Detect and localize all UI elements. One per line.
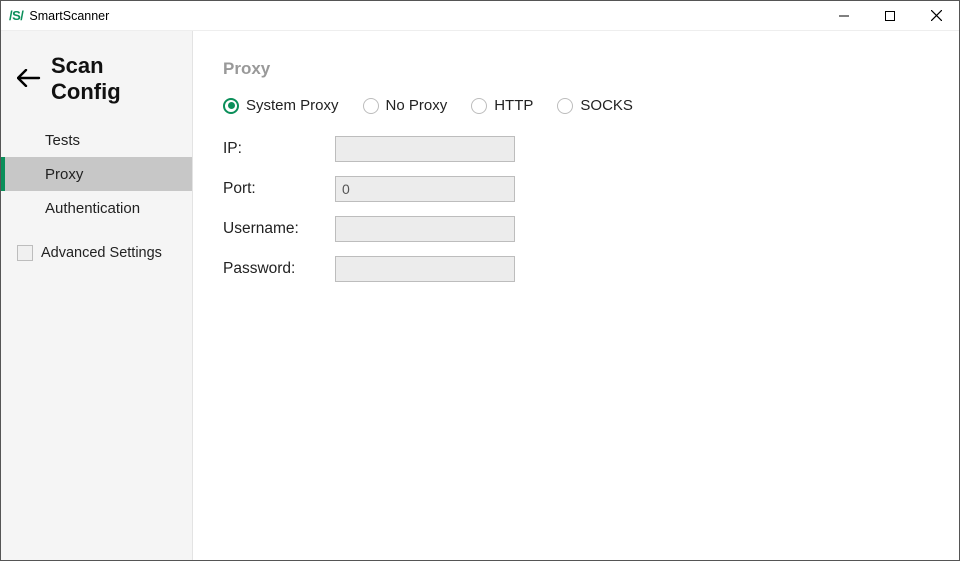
radio-dot-icon (228, 102, 235, 109)
radio-no-proxy[interactable]: No Proxy (363, 97, 448, 114)
sidebar-item-authentication[interactable]: Authentication (1, 191, 192, 225)
maximize-button[interactable] (867, 1, 913, 30)
titlebar: /S/ SmartScanner (1, 1, 959, 31)
sidebar-item-proxy[interactable]: Proxy (1, 157, 192, 191)
app-window: /S/ SmartScanner Scan Config (0, 0, 960, 561)
radio-label: No Proxy (386, 97, 448, 114)
window-controls (821, 1, 959, 30)
radio-system-proxy[interactable]: System Proxy (223, 97, 339, 114)
username-input[interactable] (335, 216, 515, 242)
sidebar-item-label: Authentication (45, 200, 140, 217)
advanced-settings-label: Advanced Settings (41, 245, 162, 261)
sidebar-item-label: Proxy (45, 166, 83, 183)
minimize-icon (839, 11, 849, 21)
back-button[interactable] (17, 69, 41, 90)
radio-circle-icon (471, 98, 487, 114)
close-button[interactable] (913, 1, 959, 30)
radio-circle-icon (557, 98, 573, 114)
radio-circle-icon (223, 98, 239, 114)
ip-input[interactable] (335, 136, 515, 162)
sidebar-header: Scan Config (1, 53, 192, 123)
minimize-button[interactable] (821, 1, 867, 30)
page-title: Scan Config (51, 53, 176, 105)
titlebar-left: /S/ SmartScanner (9, 8, 109, 23)
main-content: Proxy System Proxy No Proxy HTTP SOCKS (193, 31, 959, 560)
radio-circle-icon (363, 98, 379, 114)
username-label: Username: (223, 220, 335, 238)
app-title: SmartScanner (29, 9, 109, 23)
body: Scan Config Tests Proxy Authentication A… (1, 31, 959, 560)
app-logo: /S/ (9, 8, 23, 23)
proxy-type-radiogroup: System Proxy No Proxy HTTP SOCKS (223, 97, 959, 114)
sidebar: Scan Config Tests Proxy Authentication A… (1, 31, 193, 560)
radio-label: SOCKS (580, 97, 633, 114)
port-label: Port: (223, 180, 335, 198)
proxy-form: IP: Port: Username: Password: (223, 136, 959, 282)
sidebar-item-tests[interactable]: Tests (1, 123, 192, 157)
password-label: Password: (223, 260, 335, 278)
advanced-settings-checkbox[interactable] (17, 245, 33, 261)
radio-socks[interactable]: SOCKS (557, 97, 633, 114)
ip-label: IP: (223, 140, 335, 158)
arrow-left-icon (17, 69, 41, 87)
radio-label: System Proxy (246, 97, 339, 114)
section-title: Proxy (223, 59, 959, 79)
sidebar-item-label: Tests (45, 132, 80, 149)
port-input[interactable] (335, 176, 515, 202)
maximize-icon (885, 11, 895, 21)
advanced-settings-row[interactable]: Advanced Settings (1, 225, 192, 281)
nav: Tests Proxy Authentication (1, 123, 192, 225)
radio-http[interactable]: HTTP (471, 97, 533, 114)
close-icon (931, 10, 942, 21)
password-input[interactable] (335, 256, 515, 282)
radio-label: HTTP (494, 97, 533, 114)
